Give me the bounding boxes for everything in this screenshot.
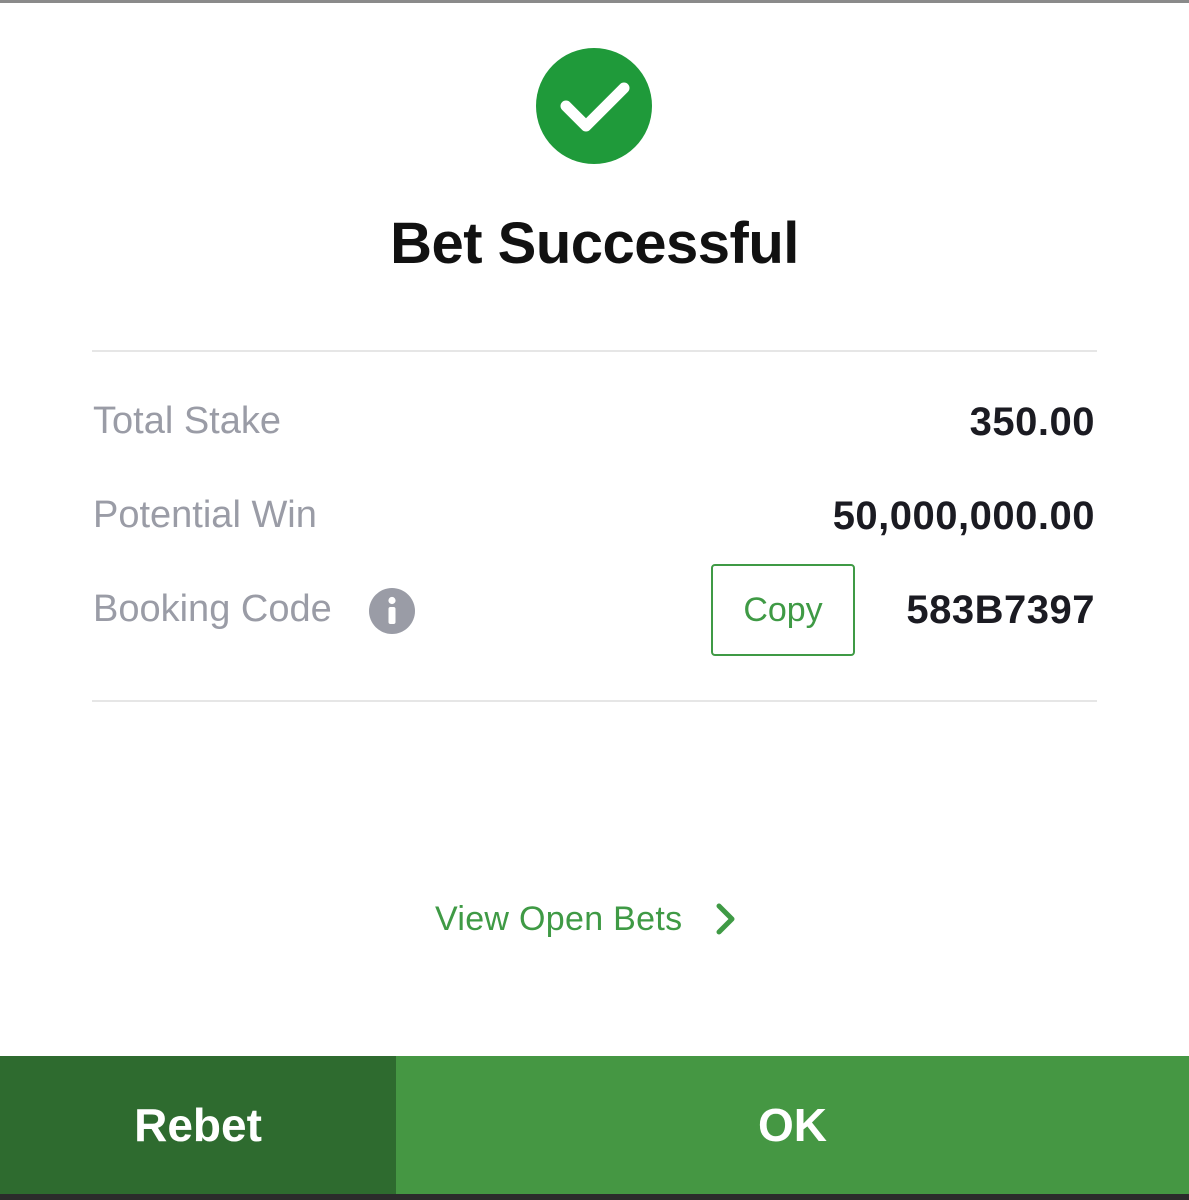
total-stake-label: Total Stake <box>93 400 281 442</box>
potential-win-label: Potential Win <box>93 494 317 536</box>
info-icon[interactable] <box>369 588 415 634</box>
booking-code-value: 583B7397 <box>906 588 1095 632</box>
bet-success-dialog: Bet Successful Total Stake 350.00 Potent… <box>0 0 1189 1200</box>
divider-top <box>92 350 1097 352</box>
dialog-title: Bet Successful <box>390 211 799 276</box>
view-open-bets-label: View Open Bets <box>435 899 683 938</box>
copy-button[interactable]: Copy <box>711 564 855 656</box>
top-border <box>0 0 1189 3</box>
total-stake-value: 350.00 <box>969 400 1095 444</box>
check-circle-icon <box>536 48 652 164</box>
potential-win-value: 50,000,000.00 <box>832 494 1095 538</box>
view-open-bets-link[interactable]: View Open Bets <box>435 896 738 942</box>
bottom-bar <box>0 1194 1189 1200</box>
booking-code-label: Booking Code <box>93 588 332 630</box>
rebet-button[interactable]: Rebet <box>0 1056 396 1194</box>
chevron-right-icon <box>716 903 735 935</box>
ok-button[interactable]: OK <box>396 1056 1189 1194</box>
divider-bottom <box>92 700 1097 702</box>
